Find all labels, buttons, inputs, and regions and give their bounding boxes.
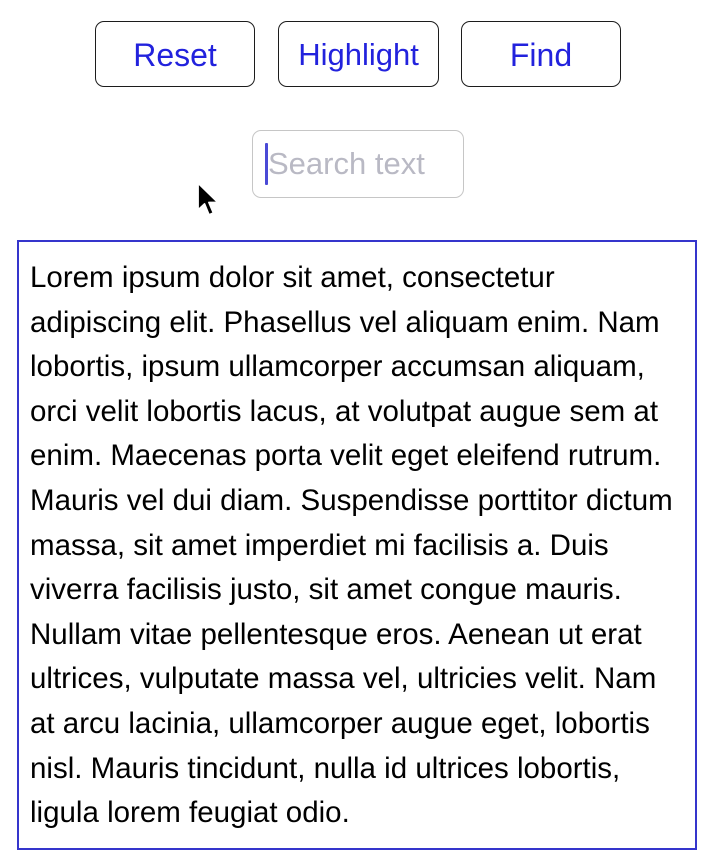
highlight-button[interactable]: Highlight: [278, 21, 439, 87]
text-content-box[interactable]: Lorem ipsum dolor sit amet, consectetur …: [17, 240, 697, 850]
text-caret: [265, 143, 268, 185]
mouse-pointer-icon: [197, 182, 219, 216]
text-content: Lorem ipsum dolor sit amet, consectetur …: [30, 261, 673, 830]
toolbar: Reset Highlight Find: [0, 21, 710, 89]
search-field: [252, 130, 464, 198]
search-input[interactable]: [252, 130, 464, 198]
reset-button[interactable]: Reset: [95, 21, 255, 87]
find-button[interactable]: Find: [461, 21, 621, 87]
page: Reset Highlight Find Lorem ipsum dolor s…: [0, 0, 710, 864]
